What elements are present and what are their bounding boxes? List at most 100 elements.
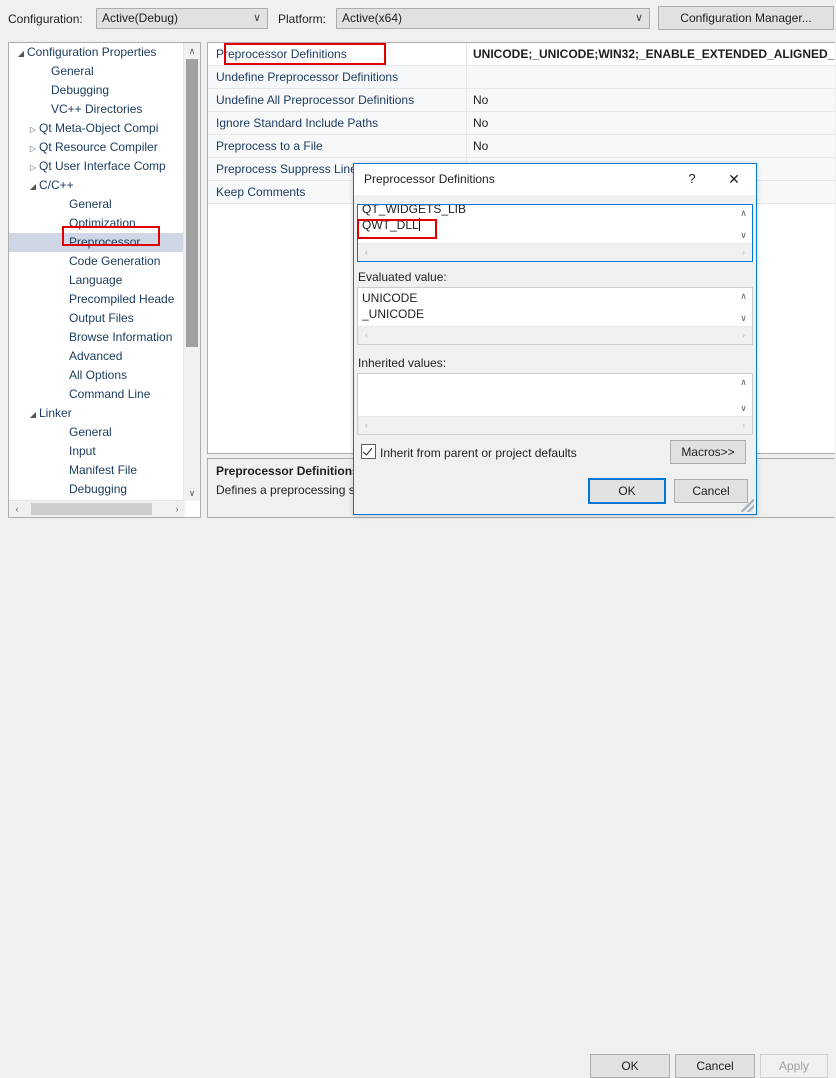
scroll-right-icon[interactable]: ›: [735, 244, 752, 261]
definitions-edit[interactable]: QT_WIDGETS_LIBQWT_DLL∧∨‹›: [357, 204, 753, 262]
scroll-right-icon[interactable]: ›: [735, 327, 752, 344]
scroll-right-icon[interactable]: ›: [735, 417, 752, 434]
evaluated-value-box-vertical-scrollbar[interactable]: ∧∨: [735, 288, 752, 327]
tree-item-label: All Options: [69, 368, 127, 382]
ok-button[interactable]: OK: [590, 1054, 670, 1078]
property-name: Preprocess to a File: [216, 135, 466, 157]
tree-item-output-files[interactable]: Output Files: [9, 309, 185, 328]
dialog-ok-button[interactable]: OK: [588, 478, 666, 504]
platform-label: Platform:: [278, 12, 326, 26]
scroll-down-icon[interactable]: ∨: [735, 227, 752, 244]
property-row[interactable]: Ignore Standard Include Paths No: [208, 112, 835, 135]
tree-vertical-scrollbar[interactable]: ∧ ∨: [183, 43, 200, 501]
scroll-up-icon[interactable]: ∧: [735, 288, 752, 305]
scroll-down-icon[interactable]: ∨: [735, 310, 752, 327]
platform-dropdown[interactable]: Active(x64) ∨: [336, 8, 650, 29]
tree-horizontal-scroll-thumb[interactable]: [31, 503, 152, 515]
tree-vertical-scroll-thumb[interactable]: [186, 59, 198, 347]
properties-tree[interactable]: ◢Configuration PropertiesGeneralDebuggin…: [9, 43, 185, 501]
tree-item-qt-user-interface-comp[interactable]: ▷Qt User Interface Comp: [9, 157, 185, 176]
tree-item-linker[interactable]: ◢Linker: [9, 404, 185, 423]
tree-item-configuration-properties[interactable]: ◢Configuration Properties: [9, 43, 185, 62]
property-value[interactable]: UNICODE;_UNICODE;WIN32;_ENABLE_EXTENDED_…: [473, 43, 835, 65]
scroll-right-icon[interactable]: ›: [169, 501, 185, 517]
scroll-up-icon[interactable]: ∧: [735, 374, 752, 391]
tree-item-label: Preprocessor: [69, 235, 140, 249]
tree-item-debugging[interactable]: Debugging: [9, 480, 185, 499]
tree-item-vc-directories[interactable]: VC++ Directories: [9, 100, 185, 119]
configuration-manager-button[interactable]: Configuration Manager...: [658, 6, 834, 30]
tree-item-preprocessor[interactable]: Preprocessor: [9, 233, 185, 252]
tree-item-qt-resource-compiler[interactable]: ▷Qt Resource Compiler: [9, 138, 185, 157]
tree-item-label: Debugging: [51, 83, 109, 97]
scroll-left-icon[interactable]: ‹: [358, 244, 375, 261]
inherit-from-parent-checkbox[interactable]: Inherit from parent or project defaults: [361, 444, 577, 460]
tree-item-debugging[interactable]: Debugging: [9, 81, 185, 100]
inherited-values-box-horizontal-scrollbar[interactable]: ‹›: [358, 416, 752, 434]
tree-item-label: Browse Information: [69, 330, 172, 344]
dialog-titlebar[interactable]: Preprocessor Definitions ? ✕: [354, 164, 756, 195]
scroll-down-icon[interactable]: ∨: [184, 485, 200, 501]
tree-item-language[interactable]: Language: [9, 271, 185, 290]
collapsed-arrow-icon[interactable]: ▷: [27, 139, 39, 158]
scroll-left-icon[interactable]: ‹: [9, 501, 25, 517]
tree-item-label: Precompiled Heade: [69, 292, 174, 306]
property-name: Ignore Standard Include Paths: [216, 112, 466, 134]
scroll-left-icon[interactable]: ‹: [358, 327, 375, 344]
expanded-arrow-icon[interactable]: ◢: [15, 44, 27, 63]
inherited-values-box[interactable]: ∧∨‹›: [357, 373, 753, 435]
property-name: Preprocessor Definitions: [216, 43, 466, 65]
tree-item-label: Qt Meta-Object Compi: [39, 121, 158, 135]
tree-item-advanced[interactable]: Advanced: [9, 347, 185, 366]
scroll-down-icon[interactable]: ∨: [735, 400, 752, 417]
help-icon[interactable]: ?: [676, 164, 708, 194]
collapsed-arrow-icon[interactable]: ▷: [27, 158, 39, 177]
tree-item-optimization[interactable]: Optimization: [9, 214, 185, 233]
expanded-arrow-icon[interactable]: ◢: [27, 405, 39, 424]
tree-item-manifest-file[interactable]: Manifest File: [9, 461, 185, 480]
definitions-edit-vertical-scrollbar[interactable]: ∧∨: [735, 205, 752, 244]
tree-item-browse-information[interactable]: Browse Information: [9, 328, 185, 347]
tree-item-general[interactable]: General: [9, 423, 185, 442]
tree-item-code-generation[interactable]: Code Generation: [9, 252, 185, 271]
tree-item-qt-meta-object-compi[interactable]: ▷Qt Meta-Object Compi: [9, 119, 185, 138]
expanded-arrow-icon[interactable]: ◢: [27, 177, 39, 196]
inherited-values-box-vertical-scrollbar[interactable]: ∧∨: [735, 374, 752, 417]
scroll-up-icon[interactable]: ∧: [184, 43, 200, 59]
description-text: Defines a preprocessing sy: [216, 483, 361, 497]
property-value[interactable]: No: [473, 112, 835, 134]
evaluated-value-box-content[interactable]: UNICODE_UNICODE: [362, 290, 734, 322]
tree-item-command-line[interactable]: Command Line: [9, 385, 185, 404]
property-row[interactable]: Undefine All Preprocessor DefinitionsNo: [208, 89, 835, 112]
column-divider: [466, 135, 467, 157]
collapsed-arrow-icon[interactable]: ▷: [27, 120, 39, 139]
tree-item-c-c[interactable]: ◢C/C++: [9, 176, 185, 195]
tree-item-input[interactable]: Input: [9, 442, 185, 461]
tree-horizontal-scrollbar[interactable]: ‹ ›: [9, 500, 185, 517]
property-value[interactable]: No: [473, 89, 835, 111]
evaluated-value-box-horizontal-scrollbar[interactable]: ‹›: [358, 326, 752, 344]
definitions-edit-content[interactable]: QT_WIDGETS_LIBQWT_DLL: [362, 204, 734, 233]
property-row[interactable]: Preprocessor Definitions UNICODE;_UNICODE…: [208, 43, 835, 66]
property-value[interactable]: No: [473, 135, 835, 157]
evaluated-value-box[interactable]: UNICODE_UNICODE∧∨‹›: [357, 287, 753, 345]
property-row[interactable]: Preprocess to a File No: [208, 135, 835, 158]
dialog-cancel-button[interactable]: Cancel: [674, 479, 748, 503]
definitions-edit-horizontal-scrollbar[interactable]: ‹›: [358, 243, 752, 261]
scroll-left-icon[interactable]: ‹: [358, 417, 375, 434]
cancel-button[interactable]: Cancel: [675, 1054, 755, 1078]
tree-item-general[interactable]: General: [9, 62, 185, 81]
platform-value: Active(x64): [342, 11, 402, 25]
scroll-up-icon[interactable]: ∧: [735, 205, 752, 222]
macros-button[interactable]: Macros>>: [670, 440, 746, 464]
tree-item-general[interactable]: General: [9, 195, 185, 214]
tree-item-label: General: [69, 425, 112, 439]
tree-item-all-options[interactable]: All Options: [9, 366, 185, 385]
tree-item-precompiled-heade[interactable]: Precompiled Heade: [9, 290, 185, 309]
inherited-values-label: Inherited values:: [358, 356, 446, 370]
property-row[interactable]: Undefine Preprocessor Definitions: [208, 66, 835, 89]
configuration-dropdown[interactable]: Active(Debug) ∨: [96, 8, 268, 29]
properties-tree-panel[interactable]: ◢Configuration PropertiesGeneralDebuggin…: [8, 42, 201, 518]
close-icon[interactable]: ✕: [712, 164, 756, 194]
preprocessor-definitions-dialog[interactable]: Preprocessor Definitions ? ✕ QT_WIDGETS_…: [353, 163, 757, 515]
